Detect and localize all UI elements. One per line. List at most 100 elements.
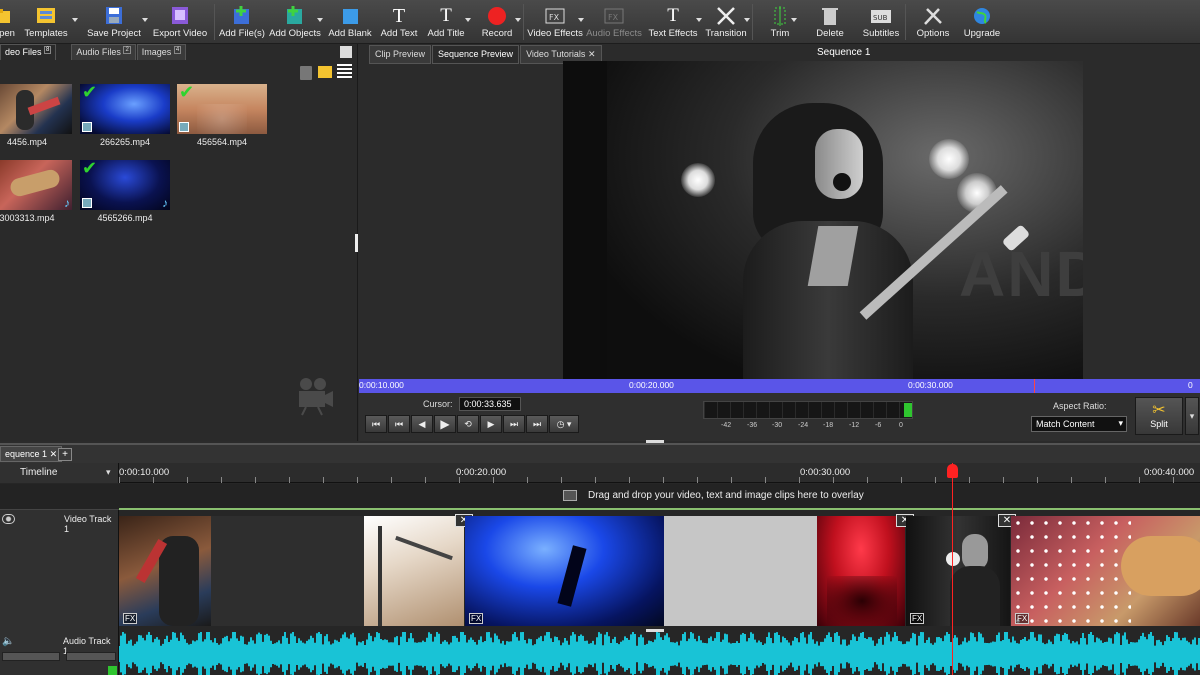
timeline-clip[interactable]: FX — [465, 516, 664, 626]
next-clip-button[interactable]: ⏭ — [503, 415, 525, 433]
video-preview[interactable]: ANDY — [563, 61, 1083, 379]
play-button[interactable]: ▶ — [434, 415, 456, 433]
transition-button[interactable]: Transition — [704, 0, 750, 44]
split-button[interactable]: ✂ Split — [1135, 397, 1183, 435]
media-bin-panel: deo Files 8 Audio Files 2 Images 4 4456.… — [0, 44, 358, 441]
volume-slider[interactable] — [2, 652, 60, 661]
add-sequence-button[interactable]: + — [58, 448, 72, 461]
tab-images[interactable]: Images 4 — [136, 44, 187, 60]
fx-badge[interactable]: FX — [469, 613, 484, 624]
chevron-down-icon[interactable] — [515, 18, 521, 22]
delete-button[interactable]: Delete — [811, 0, 849, 44]
add-text-button[interactable]: T Add Text — [377, 0, 421, 44]
loop-button[interactable]: ⟲ — [457, 415, 479, 433]
scissors-icon: ✂ — [1152, 402, 1166, 419]
timeline-ruler[interactable]: Timeline ▾ 0:00:10.000 0:00:20.000 0:00:… — [0, 463, 1200, 483]
tab-video-files[interactable]: deo Files 8 — [0, 44, 57, 60]
chevron-down-icon[interactable] — [142, 18, 148, 22]
timeline-clip[interactable] — [364, 516, 464, 626]
timeline-clip[interactable]: FX — [906, 516, 1010, 626]
open-button[interactable]: pen — [0, 0, 16, 44]
loop-icon: ⟲ — [464, 418, 472, 429]
back-icon: ◀ — [418, 418, 426, 429]
export-video-button[interactable]: Export Video — [150, 0, 210, 44]
blank-clip[interactable] — [664, 516, 817, 626]
add-blank-button[interactable]: Add Blank — [327, 0, 373, 44]
media-thumb-266265[interactable]: ✔ — [80, 84, 170, 134]
close-icon[interactable]: ✕ — [50, 449, 58, 459]
add-files-button[interactable]: Add File(s) — [219, 0, 265, 44]
chevron-down-icon[interactable] — [72, 18, 78, 22]
background-lettering: ANDY — [959, 238, 1083, 310]
preview-playhead[interactable] — [1034, 379, 1035, 393]
previous-clip-button[interactable]: ⏮ — [388, 415, 410, 433]
timeline-mode-select[interactable]: Timeline ▾ — [0, 463, 119, 483]
record-button[interactable]: Record — [475, 0, 521, 44]
preview-ruler[interactable]: 0:00:10.000 0:00:20.000 0:00:30.000 0 — [359, 379, 1200, 393]
fx-badge[interactable]: FX — [123, 613, 138, 624]
aspect-ratio-select[interactable]: Match Content ▾ — [1031, 416, 1127, 432]
expand-panel-icon[interactable] — [340, 46, 352, 58]
close-icon[interactable]: ✕ — [588, 49, 596, 59]
timeline-clip[interactable] — [817, 516, 905, 626]
audio-waveform[interactable] — [119, 632, 1200, 675]
chevron-down-icon[interactable] — [696, 18, 702, 22]
check-icon: ✔ — [179, 84, 195, 102]
timeline-clip[interactable]: FX — [1011, 516, 1200, 626]
subtitles-button[interactable]: SUB Subtitles — [861, 0, 901, 44]
chevron-down-icon[interactable] — [578, 18, 584, 22]
speaker-icon[interactable]: 🔈 — [2, 636, 14, 647]
chevron-down-icon[interactable] — [744, 18, 750, 22]
overlay-track[interactable]: Drag and drop your video, text and image… — [0, 484, 1200, 510]
split-options-dropdown[interactable]: ▾ — [1185, 397, 1199, 435]
add-objects-button[interactable]: Add Objects — [269, 0, 323, 44]
audio-level-indicator — [108, 666, 117, 675]
list-view-icon[interactable] — [337, 64, 352, 79]
chevron-down-icon[interactable] — [791, 18, 797, 22]
trash-icon — [819, 6, 841, 26]
timeline-clip[interactable]: FX — [119, 516, 211, 626]
media-thumb-3003313[interactable]: ♪ — [0, 160, 72, 210]
audio-effects-button[interactable]: FX Audio Effects — [586, 0, 642, 44]
media-file-name: 4565266.mp4 — [97, 213, 153, 223]
splitter-handle[interactable] — [646, 629, 664, 632]
playback-speed-button[interactable]: ◷ ▾ — [549, 415, 579, 433]
add-title-button[interactable]: T Add Title — [423, 0, 471, 44]
eye-icon[interactable] — [2, 514, 15, 524]
chevron-down-icon[interactable] — [317, 18, 323, 22]
frame-forward-button[interactable]: ▶ — [480, 415, 502, 433]
options-button[interactable]: Options — [916, 0, 950, 44]
tab-clip-preview[interactable]: Clip Preview — [369, 45, 432, 64]
upgrade-button[interactable]: Upgrade — [962, 0, 1002, 44]
templates-button[interactable]: Templates — [16, 0, 78, 44]
media-tabs: deo Files 8 Audio Files 2 Images 4 — [0, 44, 187, 60]
media-thumb-4565266[interactable]: ✔ ♪ — [80, 160, 170, 210]
media-thumb-4456[interactable] — [0, 84, 72, 134]
tab-sequence-preview[interactable]: Sequence Preview — [432, 45, 520, 64]
timeline-panel: equence 1 ✕ + Timeline ▾ 0:00:10.000 0:0… — [0, 443, 1200, 675]
text-effects-button[interactable]: T Text Effects — [646, 0, 702, 44]
pan-slider[interactable] — [66, 652, 116, 661]
media-thumb-456564[interactable]: ✔ — [177, 84, 267, 134]
trim-button[interactable]: Trim — [765, 0, 797, 44]
panel-resize-handle[interactable] — [355, 234, 358, 252]
go-to-end-button[interactable]: ⏭ — [526, 415, 548, 433]
timeline-playhead[interactable] — [952, 463, 953, 675]
aspect-ratio-label: Aspect Ratio: — [1053, 401, 1107, 411]
chevron-down-icon[interactable] — [465, 18, 471, 22]
tab-audio-files[interactable]: Audio Files 2 — [71, 44, 136, 60]
fx-badge[interactable]: FX — [1015, 613, 1030, 624]
new-folder-icon[interactable] — [318, 66, 332, 78]
tab-sequence-1[interactable]: equence 1 ✕ — [0, 446, 63, 462]
video-effects-button[interactable]: FX Video Effects — [527, 0, 584, 44]
playhead-handle[interactable] — [947, 464, 958, 478]
export-video-icon — [169, 6, 191, 26]
go-to-start-button[interactable]: ⏮ — [365, 415, 387, 433]
save-project-button[interactable]: Save Project — [82, 0, 148, 44]
cursor-time-field[interactable]: 0:00:33.635 — [459, 397, 521, 411]
frame-back-button[interactable]: ◀ — [411, 415, 433, 433]
fx-badge[interactable]: FX — [910, 613, 925, 624]
trash-icon[interactable] — [300, 66, 312, 80]
audio-fx-icon: FX — [603, 6, 625, 26]
subtitles-icon: SUB — [870, 6, 892, 26]
